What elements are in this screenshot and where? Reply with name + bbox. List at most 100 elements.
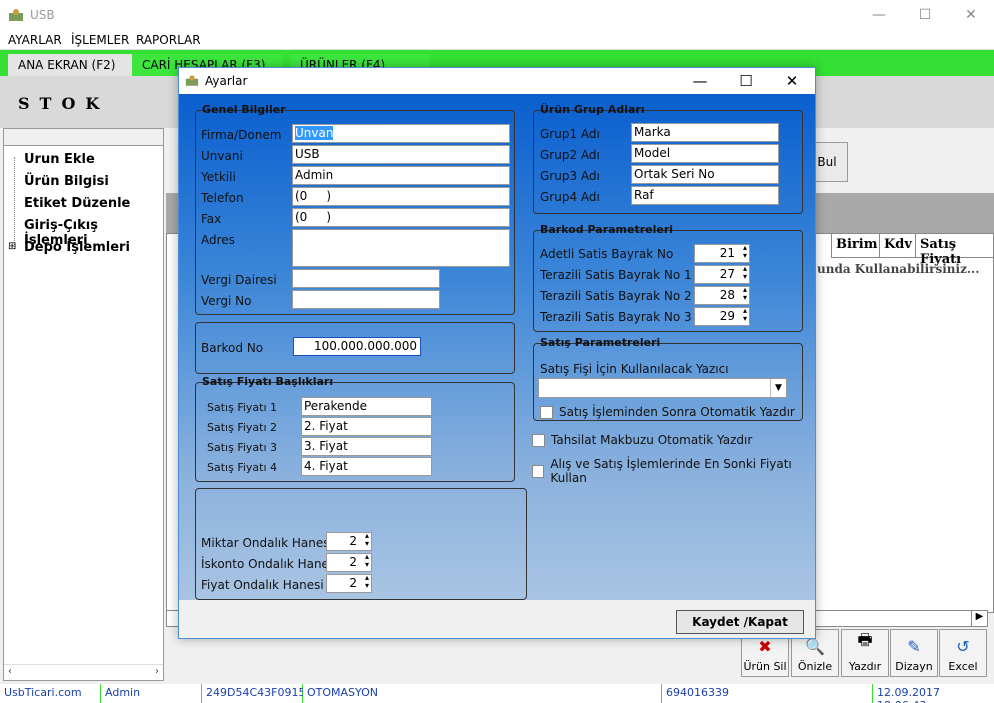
grup4-input[interactable]: Raf (631, 186, 779, 205)
statusbar: UsbTicari.com Admin 249D54C43F0915A OTOM… (0, 684, 994, 703)
tree-expand-icon[interactable]: ⊞ (8, 241, 16, 252)
son-fiyat-checkbox[interactable]: Alış ve Satış İşlemlerinde En Sonki Fiya… (532, 457, 815, 485)
yetkili-label: Yetkili (201, 170, 236, 184)
grup2-label: Grup2 Adı (540, 148, 600, 162)
yazici-select[interactable]: ▼ (538, 378, 787, 398)
page-title: STOK (18, 94, 110, 113)
design-icon: ✎ (907, 637, 921, 656)
terazili-bayrak-3-label: Terazili Satis Bayrak No 3 (540, 310, 692, 324)
yetkili-input[interactable]: Admin (292, 166, 510, 185)
urun-grup-title: Ürün Grup Adları (540, 103, 645, 116)
vergi-no-label: Vergi No (201, 294, 252, 308)
scroll-left-icon[interactable]: ‹ (8, 666, 12, 677)
dizayn-button[interactable]: ✎ Dizayn (890, 629, 938, 677)
scroll-right-icon[interactable]: › (155, 666, 159, 677)
barkod-no-label: Barkod No (201, 341, 264, 355)
checkbox-box[interactable] (532, 464, 545, 478)
tree-item-etiket-duzenle[interactable]: Etiket Düzenle (24, 196, 130, 211)
fiyat-ondalik-label: Fiyat Ondalık Hanesi (201, 578, 324, 592)
firma-input[interactable]: Unvan (292, 124, 510, 143)
tree-lines (14, 157, 15, 249)
dialog-titlebar: Ayarlar — ☐ ✕ (179, 68, 815, 94)
dialog-minimize-button[interactable]: — (677, 68, 723, 94)
status-site: UsbTicari.com (0, 684, 100, 703)
unvani-input[interactable]: USB (292, 145, 510, 164)
satis-fiyati-3-label: Satış Fiyatı 3 (207, 441, 278, 454)
status-user: Admin (101, 684, 201, 703)
menu-islemler[interactable]: İŞLEMLER (71, 33, 129, 47)
barkod-no-input[interactable]: 100.000.000.000 (293, 337, 421, 356)
terazili-bayrak-1-stepper[interactable]: 27 (694, 265, 750, 284)
dialog-footer: Kaydet /Kapat (179, 600, 815, 638)
fax-label: Fax (201, 212, 222, 226)
menu-raporlar[interactable]: RAPORLAR (136, 33, 201, 47)
vergi-dairesi-label: Vergi Dairesi (201, 273, 277, 287)
minimize-button[interactable]: — (856, 0, 902, 30)
tab-ana-ekran[interactable]: ANA EKRAN (F2) (8, 54, 136, 76)
satis-fiyati-3-input[interactable]: 3. Fiyat (301, 437, 432, 456)
genel-bilgiler-title: Genel Bilgiler (202, 103, 286, 116)
adres-input[interactable] (292, 229, 510, 267)
adetli-bayrak-stepper[interactable]: 21 (694, 244, 750, 263)
auto-print-checkbox[interactable]: Satış İşleminden Sonra Otomatik Yazdır (540, 405, 795, 419)
satis-fiyati-1-label: Satış Fiyatı 1 (207, 401, 278, 414)
fax-input[interactable]: (0 ) (292, 208, 510, 227)
checkbox-box[interactable] (532, 433, 545, 447)
app-icon (9, 9, 23, 21)
satis-fiyati-2-input[interactable]: 2. Fiyat (301, 417, 432, 436)
grup3-input[interactable]: Ortak Seri No (631, 165, 779, 184)
terazili-bayrak-2-stepper[interactable]: 28 (694, 286, 750, 305)
barkod-param-title: Barkod Parametreleri (540, 223, 674, 236)
menu-ayarlar[interactable]: AYARLAR (8, 33, 62, 47)
tree-item-urun-ekle[interactable]: Urun Ekle (24, 152, 95, 167)
terazili-bayrak-1-label: Terazili Satis Bayrak No 1 (540, 268, 692, 282)
close-button[interactable]: ✕ (948, 0, 994, 30)
col-kdv[interactable]: Kdv (879, 234, 915, 258)
dialog-title: Ayarlar (205, 74, 248, 88)
fiyat-ondalik-stepper[interactable]: 2 (326, 574, 372, 593)
telefon-input[interactable]: (0 ) (292, 187, 510, 206)
col-birim[interactable]: Birim (831, 234, 879, 258)
grup2-input[interactable]: Model (631, 144, 779, 163)
miktar-ondalik-label: Miktar Ondalık Hanesi (201, 536, 333, 550)
terazili-bayrak-3-stepper[interactable]: 29 (694, 307, 750, 326)
tree-header (4, 129, 163, 146)
excel-button[interactable]: ↺ Excel (939, 629, 987, 677)
vergi-no-input[interactable] (292, 290, 440, 309)
tahsilat-checkbox[interactable]: Tahsilat Makbuzu Otomatik Yazdır (532, 433, 752, 447)
satis-fiyati-4-label: Satış Fiyatı 4 (207, 461, 278, 474)
grup1-label: Grup1 Adı (540, 127, 600, 141)
delete-icon: ✖ (758, 637, 772, 656)
tree-item-urun-bilgisi[interactable]: Ürün Bilgisi (24, 174, 109, 189)
yazici-label: Satış Fişi İçin Kullanılacak Yazıcı (540, 362, 729, 376)
satis-fiyati-1-input[interactable]: Perakende (301, 397, 432, 416)
iskonto-ondalik-label: İskonto Ondalık Hanesi (201, 557, 339, 571)
window-title: USB (30, 8, 55, 22)
tree-item-depo-islemleri[interactable]: Depo İşlemleri (24, 240, 130, 255)
dialog-body: Genel Bilgiler Firma/Donem Unvan Unvani … (179, 94, 815, 600)
satis-fiyati-4-input[interactable]: 4. Fiyat (301, 457, 432, 476)
dialog-app-icon (185, 75, 199, 86)
chevron-down-icon[interactable]: ▼ (770, 379, 786, 397)
dialog-close-button[interactable]: ✕ (769, 68, 815, 94)
iskonto-ondalik-stepper[interactable]: 2 (326, 553, 372, 572)
grid-header: Birim Kdv Satış Fiyatı (831, 234, 993, 267)
miktar-ondalik-stepper[interactable]: 2 (326, 532, 372, 551)
grup1-input[interactable]: Marka (631, 123, 779, 142)
checkbox-box[interactable] (540, 405, 553, 419)
adres-label: Adres (201, 233, 235, 247)
status-code: 249D54C43F0915A (202, 684, 313, 703)
col-satis-fiyati[interactable]: Satış Fiyatı (915, 234, 993, 267)
yazdir-button[interactable]: 🖶 Yazdır (841, 629, 889, 677)
stock-tree: Urun Ekle Ürün Bilgisi Etiket Düzenle Gi… (3, 128, 164, 681)
tree-scrollbar[interactable]: ‹ › (4, 664, 163, 680)
telefon-label: Telefon (201, 191, 244, 205)
status-number: 694016339 (662, 684, 872, 703)
vergi-dairesi-input[interactable] (292, 269, 440, 288)
dialog-maximize-button[interactable]: ☐ (723, 68, 769, 94)
scroll-right-icon[interactable]: ▶ (971, 611, 987, 626)
firma-label: Firma/Donem (201, 128, 282, 142)
maximize-button[interactable]: ☐ (902, 0, 948, 30)
satis-fiyati-2-label: Satış Fiyatı 2 (207, 421, 278, 434)
kaydet-kapat-button[interactable]: Kaydet /Kapat (676, 610, 804, 634)
